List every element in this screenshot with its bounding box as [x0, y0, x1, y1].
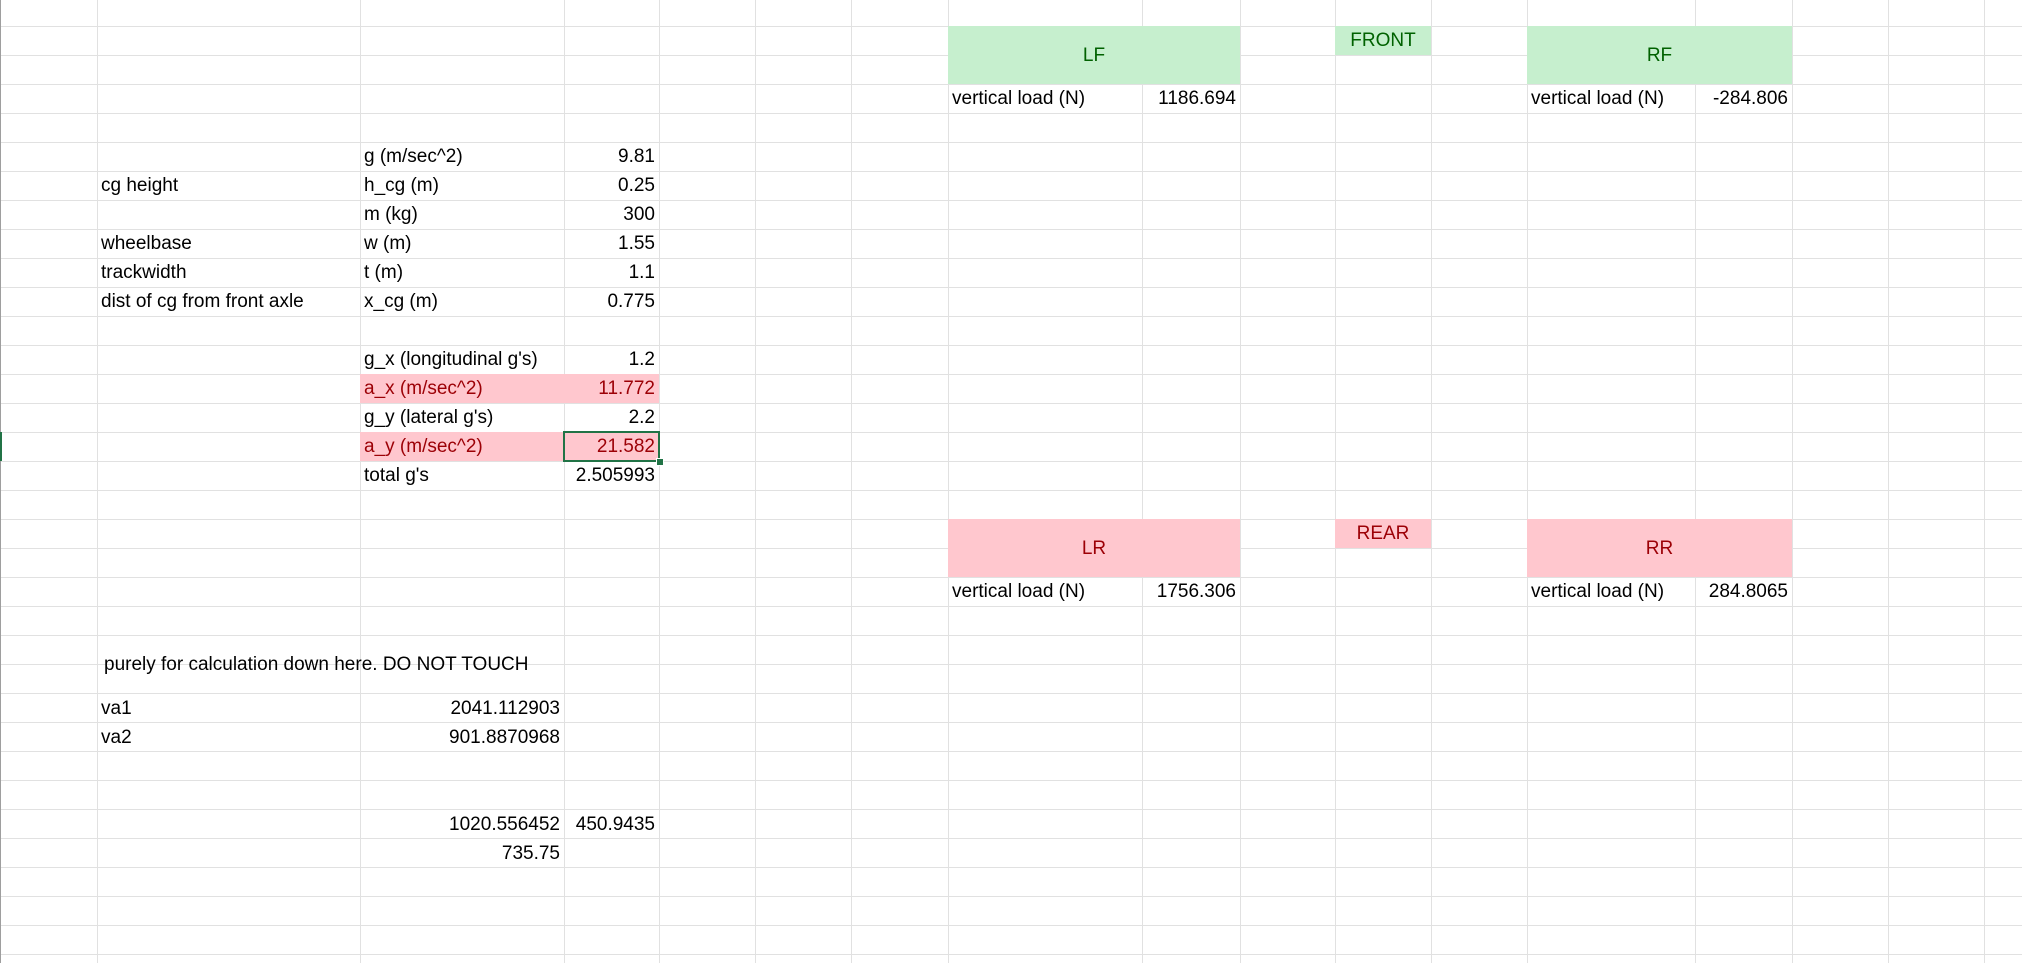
cell-lr-load-label[interactable]: vertical load (N): [948, 577, 1089, 606]
fill-handle[interactable]: [656, 458, 664, 466]
cell-trackwidth-desc[interactable]: trackwidth: [97, 258, 191, 287]
cell-ay-label[interactable]: a_y (m/sec^2): [360, 432, 487, 461]
selected-cell-outline: [563, 431, 660, 462]
cell-front-label[interactable]: FRONT: [1335, 26, 1431, 55]
active-row-marker: [0, 432, 2, 461]
cell-w-label[interactable]: w (m): [360, 229, 415, 258]
cell-rear-label[interactable]: REAR: [1335, 519, 1431, 548]
cell-gy-label[interactable]: g_y (lateral g's): [360, 403, 497, 432]
cell-lr-header[interactable]: LR: [948, 534, 1240, 563]
cell-h-cg-value[interactable]: 0.25: [564, 171, 659, 200]
cell-va1-label[interactable]: va1: [97, 694, 136, 723]
cell-ax-value[interactable]: 11.772: [564, 374, 659, 403]
cell-lf-load-value[interactable]: 1186.694: [1142, 84, 1240, 113]
cell-x-cg-value[interactable]: 0.775: [564, 287, 659, 316]
cell-lf-load-label[interactable]: vertical load (N): [948, 84, 1089, 113]
cell-va2-value[interactable]: 901.8870968: [360, 723, 564, 752]
cell-total-label[interactable]: total g's: [360, 461, 433, 490]
cell-calc-value-b[interactable]: 450.9435: [564, 810, 659, 839]
cell-cg-height-desc[interactable]: cg height: [97, 171, 182, 200]
cell-lr-load-value[interactable]: 1756.306: [1142, 577, 1240, 606]
spreadsheet-area[interactable]: g (m/sec^2) 9.81 cg height h_cg (m) 0.25…: [0, 0, 2022, 963]
cell-m-value[interactable]: 300: [564, 200, 659, 229]
cell-calc-value-a[interactable]: 1020.556452: [360, 810, 564, 839]
cell-va2-label[interactable]: va2: [97, 723, 136, 752]
cell-rr-load-label[interactable]: vertical load (N): [1527, 577, 1668, 606]
cell-total-value[interactable]: 2.505993: [564, 461, 659, 490]
cell-t-value[interactable]: 1.1: [564, 258, 659, 287]
cell-rr-load-value[interactable]: 284.8065: [1695, 577, 1792, 606]
cell-dist-cg-desc[interactable]: dist of cg from front axle: [97, 287, 308, 316]
cell-rf-load-label[interactable]: vertical load (N): [1527, 84, 1668, 113]
cell-calc-note[interactable]: purely for calculation down here. DO NOT…: [100, 650, 533, 679]
cell-w-value[interactable]: 1.55: [564, 229, 659, 258]
cell-rf-load-value[interactable]: -284.806: [1695, 84, 1792, 113]
cell-rf-header[interactable]: RF: [1527, 41, 1792, 70]
cell-x-cg-label[interactable]: x_cg (m): [360, 287, 442, 316]
cell-g-value[interactable]: 9.81: [564, 142, 659, 171]
cell-rr-header[interactable]: RR: [1527, 534, 1792, 563]
cell-wheelbase-desc[interactable]: wheelbase: [97, 229, 196, 258]
cell-gy-value[interactable]: 2.2: [564, 403, 659, 432]
cell-ax-label[interactable]: a_x (m/sec^2): [360, 374, 487, 403]
cell-gx-value[interactable]: 1.2: [564, 345, 659, 374]
cell-m-label[interactable]: m (kg): [360, 200, 422, 229]
cell-g-label[interactable]: g (m/sec^2): [360, 142, 467, 171]
cell-va1-value[interactable]: 2041.112903: [360, 694, 564, 723]
sheet-left-edge: [0, 0, 1, 963]
cell-calc-value-c[interactable]: 735.75: [360, 839, 564, 868]
cell-lf-header[interactable]: LF: [948, 41, 1240, 70]
cell-gx-label[interactable]: g_x (longitudinal g's): [360, 345, 542, 374]
cell-t-label[interactable]: t (m): [360, 258, 407, 287]
cell-h-cg-label[interactable]: h_cg (m): [360, 171, 443, 200]
